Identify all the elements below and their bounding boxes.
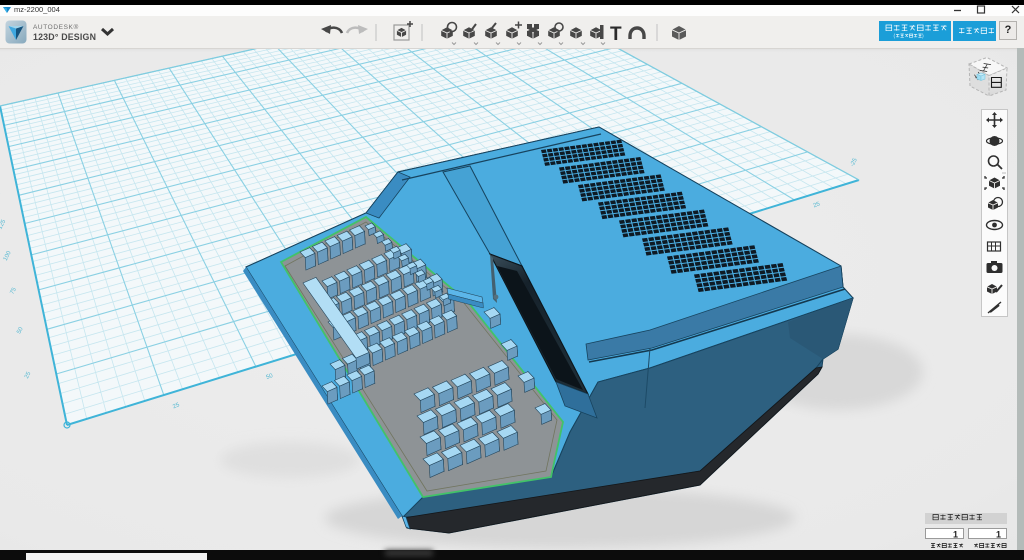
svg-text:123D° DESIGN: 123D° DESIGN — [33, 32, 96, 42]
svg-text:T: T — [610, 24, 622, 45]
svg-text:mz-2200_004: mz-2200_004 — [14, 5, 60, 14]
svg-text:(: ( — [894, 34, 896, 40]
svg-text:1: 1 — [953, 530, 958, 540]
svg-text:AUTODESK®: AUTODESK® — [33, 23, 79, 31]
svg-text:): ) — [922, 34, 924, 40]
svg-text:1: 1 — [996, 530, 1001, 540]
